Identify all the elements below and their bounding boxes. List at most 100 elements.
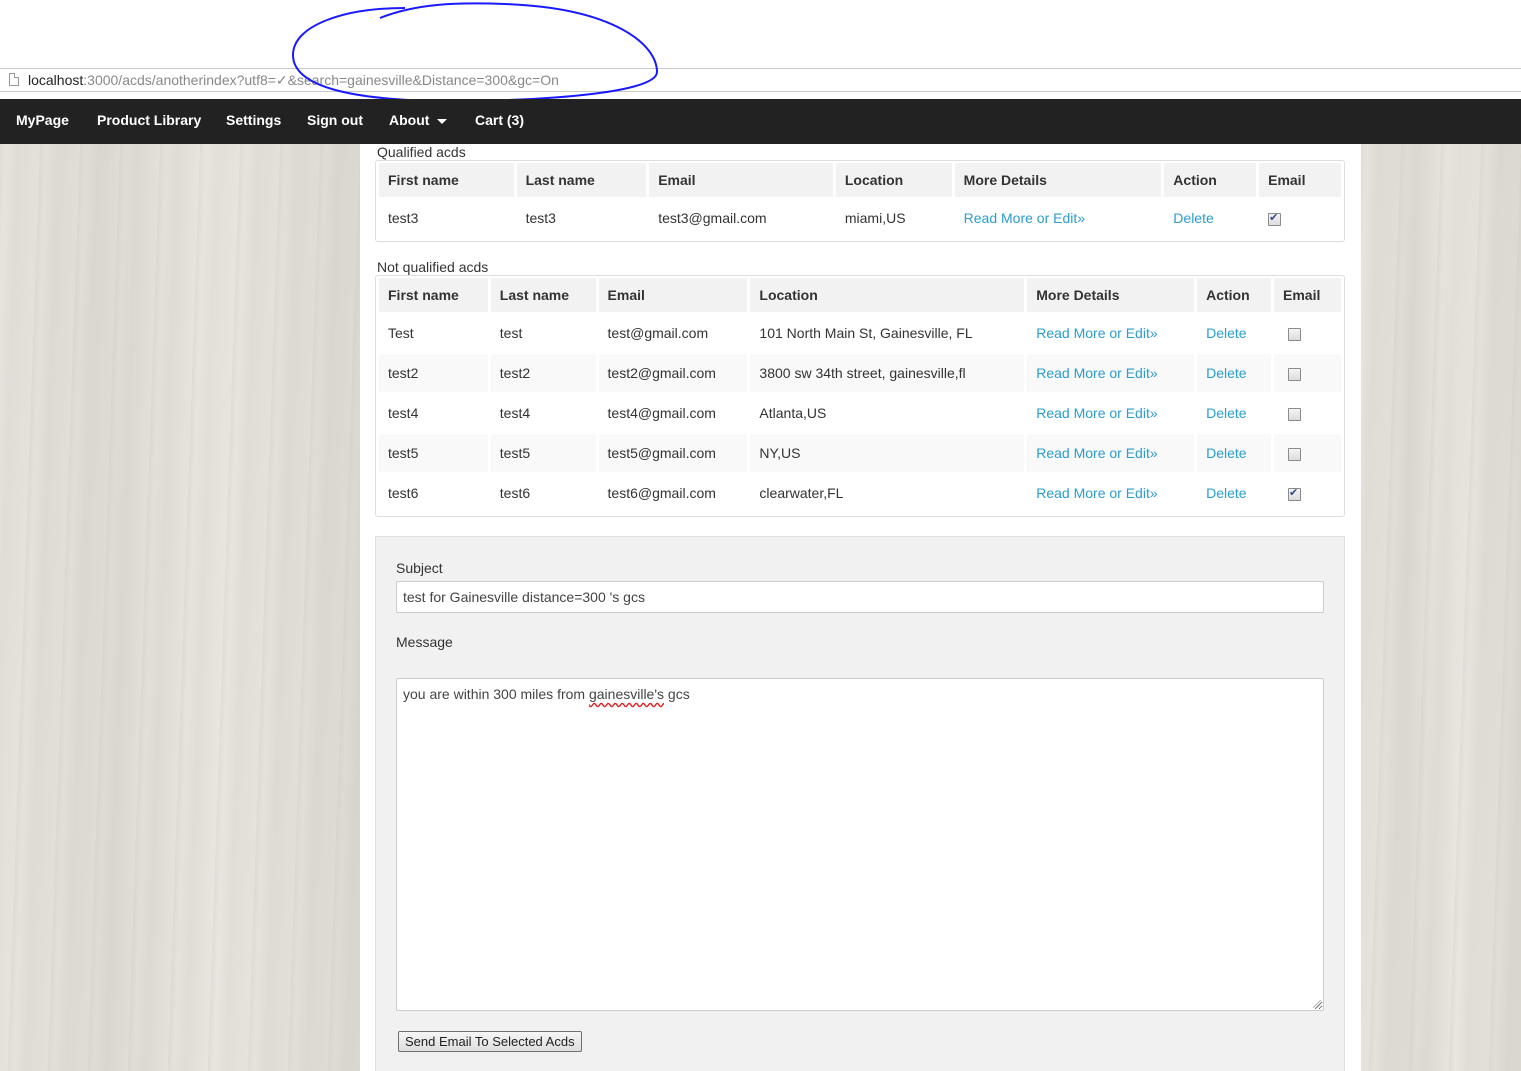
cell-location: Atlanta,US [759, 405, 827, 421]
cell-email-select [1274, 394, 1341, 432]
send-email-button[interactable]: Send Email To Selected Acds [398, 1031, 582, 1052]
nav-sign-out[interactable]: Sign out [307, 112, 363, 128]
cell-email-select [1274, 434, 1341, 472]
read-more-link[interactable]: Read More or Edit» [1036, 445, 1157, 461]
col-email-select: Email [1259, 163, 1341, 197]
cell-email: test4@gmail.com [607, 405, 716, 421]
background-right [1361, 144, 1521, 1071]
cell-location: NY,US [750, 434, 1025, 472]
delete-link[interactable]: Delete [1173, 210, 1213, 226]
cell-email: test5@gmail.com [598, 434, 748, 472]
delete-link[interactable]: Delete [1206, 485, 1246, 501]
table-row: test3 test3 test3@gmail.com miami,US Rea… [379, 199, 1341, 237]
col-email-select: Email [1274, 278, 1341, 312]
cell-last-name: test5 [490, 434, 596, 472]
table-row: test5 test5 test5@gmail.com NY,US Read More … [379, 434, 1341, 472]
delete-link[interactable]: Delete [1206, 405, 1246, 421]
col-action: Action [1197, 278, 1272, 312]
message-textarea[interactable]: you are within 300 miles from gainesvill… [396, 678, 1324, 1011]
url-host: localhost [28, 72, 84, 88]
cell-email-select [1274, 354, 1341, 392]
nav-product-library[interactable]: Product Library [97, 112, 201, 128]
cell-first-name: test4 [388, 405, 419, 421]
url-rest: :3000/acds/anotherindex?utf8=✓&search=ga… [83, 72, 559, 88]
col-last-name: Last name [490, 278, 596, 312]
email-checkbox[interactable] [1288, 486, 1302, 501]
delete-link[interactable]: Delete [1206, 365, 1246, 381]
nav-about-label: About [389, 112, 430, 128]
cell-email-select [1274, 474, 1341, 512]
col-location: Location [750, 278, 1025, 312]
cell-email-select [1259, 199, 1341, 237]
resize-grip-icon[interactable] [1313, 1000, 1321, 1008]
cell-last-name: test4 [499, 405, 531, 421]
cell-location: miami,US [844, 210, 906, 226]
not-qualified-caption: Not qualified acds [377, 259, 489, 275]
col-action: Action [1164, 163, 1257, 197]
cell-email: test@gmail.com [607, 325, 709, 341]
col-email: Email [649, 163, 833, 197]
read-more-link[interactable]: Read More or Edit» [1036, 365, 1157, 381]
table-row: test6 test6 test6@gmail.com clearwater,FL Re… [379, 474, 1341, 512]
nav-cart[interactable]: Cart (3) [475, 112, 524, 128]
email-checkbox[interactable] [1288, 367, 1302, 381]
email-form: Subject test for Gainesville distance=30… [375, 536, 1345, 1071]
read-more-link[interactable]: Read More or Edit» [1036, 325, 1157, 341]
col-first-name: First name [379, 278, 488, 312]
cell-last-name: test6 [499, 485, 531, 501]
cell-action: Delete [1197, 314, 1271, 352]
col-email: Email [598, 278, 748, 312]
not-qualified-table: First name Last name Email Location More… [376, 276, 1344, 514]
qualified-table-container: First name Last name Email Location More… [375, 160, 1345, 242]
qualified-table: First name Last name Email Location More… [376, 161, 1344, 239]
cell-action: Delete [1197, 434, 1272, 472]
cell-action: Delete [1197, 474, 1271, 512]
cell-first-name: Test [388, 325, 414, 341]
cell-email: test6@gmail.com [607, 485, 716, 501]
cell-more-details: Read More or Edit» [1027, 394, 1194, 432]
table-row: test2 test2 test2@gmail.com 3800 sw 34th st… [379, 354, 1341, 392]
delete-link[interactable]: Delete [1206, 445, 1246, 461]
message-label: Message [396, 634, 453, 650]
cell-last-name: test3 [525, 210, 556, 226]
col-more-details: More Details [954, 163, 1162, 197]
cell-more-details: Read More or Edit» [1027, 474, 1194, 512]
read-more-link[interactable]: Read More or Edit» [1036, 405, 1157, 421]
col-last-name: Last name [516, 163, 647, 197]
caret-down-icon [437, 118, 448, 124]
message-text-prefix: you are within 300 miles from [403, 686, 589, 702]
annotation-circle [291, 2, 659, 103]
cell-more-details: Read More or Edit» [1027, 434, 1195, 472]
cell-email: test2@gmail.com [598, 354, 748, 392]
read-more-link[interactable]: Read More or Edit» [964, 210, 1085, 226]
background-left [0, 144, 360, 1071]
cell-action: Delete [1164, 199, 1256, 237]
col-more-details: More Details [1027, 278, 1195, 312]
subject-input[interactable]: test for Gainesville distance=300 's gcs [396, 581, 1324, 613]
cell-more-details: Read More or Edit» [1027, 354, 1195, 392]
email-checkbox[interactable] [1288, 447, 1302, 461]
cell-location: 3800 sw 34th street, gainesville,fl [750, 354, 1025, 392]
table-header-row: First name Last name Email Location More… [379, 163, 1341, 197]
nav-mypage[interactable]: MyPage [16, 112, 69, 128]
subject-label: Subject [396, 560, 443, 576]
delete-link[interactable]: Delete [1206, 325, 1246, 341]
cell-location: clearwater,FL [759, 485, 844, 501]
url-text[interactable]: localhost:3000/acds/anotherindex?utf8=✓&… [28, 72, 559, 89]
misspelled-word: gainesville's [588, 686, 665, 702]
read-more-link[interactable]: Read More or Edit» [1036, 485, 1157, 501]
cell-more-details: Read More or Edit» [1027, 314, 1194, 352]
cell-first-name: test3 [388, 210, 419, 226]
cell-last-name: test2 [490, 354, 596, 392]
email-checkbox[interactable] [1288, 327, 1302, 341]
nav-settings[interactable]: Settings [226, 112, 281, 128]
email-checkbox[interactable] [1268, 211, 1282, 226]
cell-first-name: test2 [379, 354, 488, 392]
nav-about-dropdown[interactable]: About [389, 112, 448, 128]
table-row: test4 test4 test4@gmail.com Atlanta,US Read … [379, 394, 1341, 432]
message-text-suffix: gcs [664, 686, 690, 702]
email-checkbox[interactable] [1288, 407, 1302, 421]
cell-location: 101 North Main St, Gainesville, FL [759, 325, 973, 341]
col-location: Location [835, 163, 952, 197]
address-bar[interactable]: localhost:3000/acds/anotherindex?utf8=✓&… [0, 68, 1521, 92]
